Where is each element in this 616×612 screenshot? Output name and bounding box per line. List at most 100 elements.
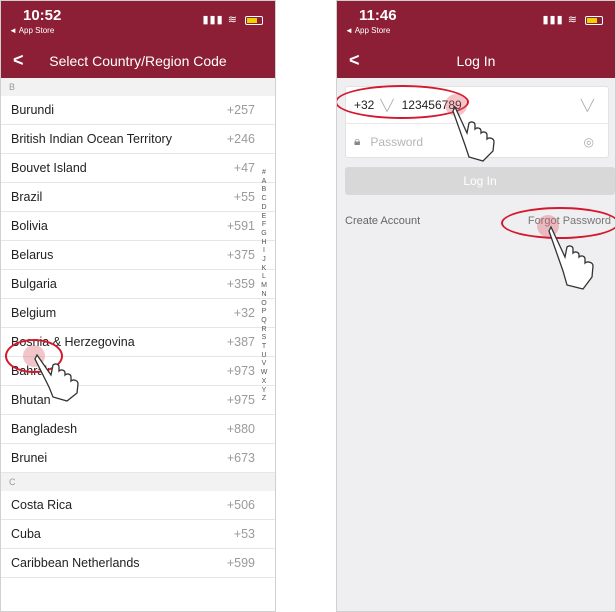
country-code: +973: [226, 364, 255, 378]
country-code: +880: [226, 422, 255, 436]
index-letter[interactable]: O: [259, 300, 269, 309]
index-letter[interactable]: V: [259, 360, 269, 369]
country-name: Bangladesh: [11, 422, 78, 436]
section-header-c: C: [1, 473, 275, 491]
country-code-screen: 10:52 ◄ App Store ▮▮▮ ≋ < Select Country…: [0, 0, 276, 612]
login-button[interactable]: Log In: [345, 167, 615, 195]
country-row[interactable]: Bulgaria +359: [1, 270, 275, 299]
status-time: 11:46: [359, 7, 397, 24]
index-letter[interactable]: Z: [259, 395, 269, 404]
country-list-c: Costa Rica +506 Cuba +53 Caribbean Netherlan…: [1, 491, 275, 578]
country-code: +673: [226, 451, 255, 465]
eye-icon[interactable]: ◎: [584, 135, 594, 149]
country-row[interactable]: Bangladesh +880: [1, 415, 275, 444]
country-code: +257: [226, 103, 255, 117]
country-code: +47: [233, 161, 255, 175]
country-row[interactable]: British Indian Ocean Territory +246: [1, 125, 275, 154]
country-name: British Indian Ocean Territory: [11, 132, 172, 146]
index-letter[interactable]: T: [259, 343, 269, 352]
signal-icon: ▮▮▮: [542, 14, 564, 26]
country-code: +53: [233, 527, 255, 541]
battery-icon: [585, 15, 603, 25]
index-letter[interactable]: Y: [259, 387, 269, 396]
index-letter[interactable]: L: [259, 273, 269, 282]
pointing-hand-icon: [452, 105, 495, 162]
country-row[interactable]: Costa Rica +506: [1, 491, 275, 520]
index-letter[interactable]: E: [259, 213, 269, 222]
app-header: 11:46 ◄ App Store ▮▮▮ ≋ < Log In: [337, 1, 615, 78]
battery-icon: [245, 15, 263, 25]
country-name: Bouvet Island: [11, 161, 87, 175]
index-letter[interactable]: H: [259, 239, 269, 248]
wifi-icon: ≋: [567, 14, 578, 26]
country-row[interactable]: Bouvet Island +47: [1, 154, 275, 183]
index-letter[interactable]: M: [259, 282, 269, 291]
country-code: +387: [226, 335, 255, 349]
index-letter[interactable]: N: [259, 291, 269, 300]
alphabet-index[interactable]: # A B C D E F G H I J K L M N O P Q R S T U V W X Y Z: [259, 169, 269, 404]
country-code: +599: [226, 556, 255, 570]
section-header-b: B: [1, 78, 275, 96]
country-code: +359: [226, 277, 255, 291]
country-name: Bulgaria: [11, 277, 57, 291]
country-list-b: Burundi +257 British Indian Ocean Territor…: [1, 96, 275, 473]
app-store-back-link[interactable]: ◄ App Store: [345, 26, 390, 35]
country-row[interactable]: Brazil +55: [1, 183, 275, 212]
country-code: +375: [226, 248, 255, 262]
index-letter[interactable]: W: [259, 369, 269, 378]
index-letter[interactable]: P: [259, 308, 269, 317]
country-code: +591: [226, 219, 255, 233]
country-row[interactable]: Bolivia +591: [1, 212, 275, 241]
country-name: Belarus: [11, 248, 54, 262]
country-name: Belgium: [11, 306, 57, 320]
lock-icon: 🔒︎: [354, 134, 361, 148]
app-header: 10:52 ◄ App Store ▮▮▮ ≋ < Select Country…: [1, 1, 275, 78]
status-icons: ▮▮▮ ≋: [542, 13, 603, 26]
page-title: Log In: [456, 53, 496, 69]
index-letter[interactable]: G: [259, 230, 269, 239]
login-screen: 11:46 ◄ App Store ▮▮▮ ≋ < Log In +32 ╲╱ …: [336, 0, 616, 612]
country-name: Brazil: [11, 190, 43, 204]
index-letter[interactable]: F: [259, 221, 269, 230]
status-icons: ▮▮▮ ≋: [202, 13, 263, 26]
index-letter[interactable]: U: [259, 352, 269, 361]
country-code: +246: [226, 132, 255, 146]
index-letter[interactable]: X: [259, 378, 269, 387]
country-row[interactable]: Burundi +257: [1, 96, 275, 125]
index-letter[interactable]: I: [259, 247, 269, 256]
page-title: Select Country/Region Code: [49, 53, 227, 69]
index-letter[interactable]: A: [259, 178, 269, 187]
pointing-hand-icon: [34, 353, 79, 402]
password-input[interactable]: Password: [370, 135, 423, 149]
country-name: Costa Rica: [11, 498, 73, 512]
index-letter[interactable]: #: [259, 169, 269, 178]
index-letter[interactable]: K: [259, 265, 269, 274]
country-name: Bolivia: [11, 219, 48, 233]
country-row[interactable]: Caribbean Netherlands +599: [1, 549, 275, 578]
country-code: +506: [226, 498, 255, 512]
country-row[interactable]: Belgium +32: [1, 299, 275, 328]
create-account-link[interactable]: Create Account: [345, 215, 420, 227]
signal-icon: ▮▮▮: [202, 14, 224, 26]
index-letter[interactable]: J: [259, 256, 269, 265]
country-name: Caribbean Netherlands: [11, 556, 140, 570]
pointing-hand-icon: [548, 225, 594, 290]
index-letter[interactable]: B: [259, 186, 269, 195]
country-row[interactable]: Brunei +673: [1, 444, 275, 473]
country-code: +975: [226, 393, 255, 407]
country-row[interactable]: Belarus +375: [1, 241, 275, 270]
country-name: Burundi: [11, 103, 55, 117]
index-letter[interactable]: Q: [259, 317, 269, 326]
index-letter[interactable]: S: [259, 334, 269, 343]
wifi-icon: ≋: [227, 14, 238, 26]
account-dropdown-icon[interactable]: ╲╱: [581, 99, 594, 112]
app-store-back-link[interactable]: ◄ App Store: [9, 26, 54, 35]
index-letter[interactable]: R: [259, 326, 269, 335]
index-letter[interactable]: D: [259, 204, 269, 213]
country-row[interactable]: Cuba +53: [1, 520, 275, 549]
country-code: +55: [233, 190, 255, 204]
status-time: 10:52: [23, 7, 62, 24]
index-letter[interactable]: C: [259, 195, 269, 204]
country-name: Cuba: [11, 527, 41, 541]
country-code: +32: [233, 306, 255, 320]
